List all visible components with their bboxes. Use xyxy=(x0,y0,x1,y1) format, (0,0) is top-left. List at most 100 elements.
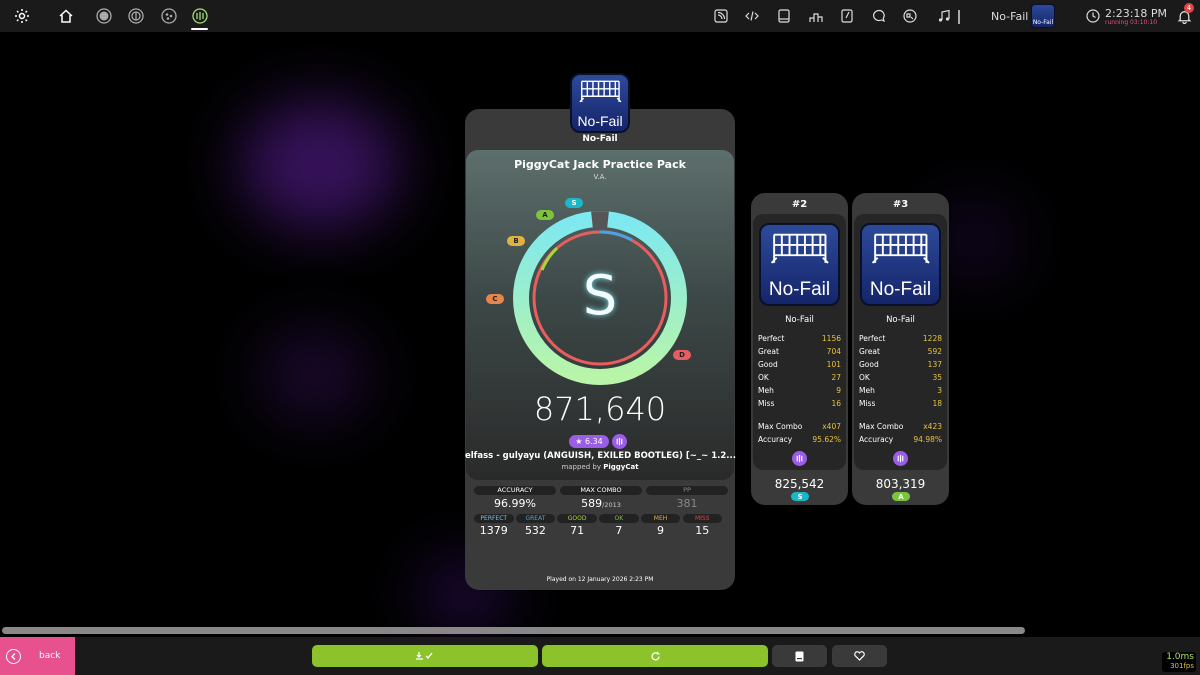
back-label: back xyxy=(39,651,61,661)
stat-label: Max Combo xyxy=(859,422,904,431)
stat-value: 35 xyxy=(932,373,942,382)
stat-label: Good xyxy=(859,360,879,369)
stat-label: OK xyxy=(859,373,870,382)
mania-icon xyxy=(897,454,904,463)
back-button[interactable]: back xyxy=(0,637,75,675)
net-icon xyxy=(871,234,930,264)
horizontal-scrollbar[interactable] xyxy=(2,627,1025,634)
judgement-meh-header: MEH xyxy=(640,514,681,523)
stat-row-perfect: Perfect 1228 xyxy=(859,334,942,343)
leaderboard-score: 825,542 xyxy=(774,477,825,491)
mod-icon-label: No-Fail xyxy=(768,278,831,300)
leaderboard-rank-badge: S xyxy=(791,492,809,501)
stat-value: 18 xyxy=(932,399,942,408)
judgement-perfect-header: PERFECT xyxy=(474,514,514,523)
stat-label: Accuracy xyxy=(758,435,793,444)
stat-label: OK xyxy=(758,373,769,382)
stat-value: 3 xyxy=(937,386,942,395)
judgement-perfect-value: 1379 xyxy=(479,524,508,537)
stat-value: 95.62% xyxy=(812,435,841,444)
fps-value: 301fps xyxy=(1170,662,1194,670)
toolbar-mod-label: No-Fail xyxy=(991,9,1029,23)
chat-icon[interactable] xyxy=(869,0,889,32)
mod-icon-no-fail[interactable]: No-Fail xyxy=(759,223,840,306)
fps-display: 1.0ms 301fps xyxy=(1162,652,1196,672)
maxcombo-value: 589/2013 xyxy=(560,497,642,510)
home-icon[interactable] xyxy=(54,0,78,32)
rankings-icon[interactable] xyxy=(806,0,826,32)
judgement-miss-header: MISS xyxy=(682,514,722,523)
music-progress-indicator xyxy=(958,10,960,24)
mod-name-label: No-Fail xyxy=(582,134,618,144)
grade-marker-c: C xyxy=(486,294,504,304)
music-icon[interactable] xyxy=(934,0,954,32)
mania-icon xyxy=(796,454,803,463)
stat-value: 1156 xyxy=(821,334,841,343)
stat-label: Accuracy xyxy=(859,435,894,444)
net-icon xyxy=(578,81,622,103)
grade-marker-d: D xyxy=(673,350,691,360)
retry-icon xyxy=(650,651,660,660)
mod-icon-no-fail[interactable]: No-Fail xyxy=(860,223,941,306)
judgement-good-value: 71 xyxy=(570,524,585,537)
stat-value: x407 xyxy=(822,422,841,431)
stat-label: Max Combo xyxy=(758,422,803,431)
beatmap-difficulty: elfass - gulyayu (ANGUISH, EXILED BOOTLE… xyxy=(465,451,736,461)
stat-row-perfect: Perfect 1156 xyxy=(758,334,841,343)
stat-row-ok: OK 27 xyxy=(758,373,841,382)
stat-value: 9 xyxy=(836,386,841,395)
retry-button[interactable] xyxy=(542,645,768,667)
total-score: 871,640 xyxy=(533,390,667,428)
notification-count-badge: 4 xyxy=(1184,3,1194,13)
mod-icon-label: No-Fail xyxy=(869,278,932,300)
stat-value: 704 xyxy=(826,347,841,356)
beatmap-artist: V.A. xyxy=(593,173,607,181)
clock-icon[interactable] xyxy=(1084,0,1102,32)
maxcombo-total: /2013 xyxy=(602,501,621,509)
judgement-good-header: GOOD xyxy=(557,514,597,523)
catch-ruleset-icon[interactable] xyxy=(158,0,180,32)
mod-icon-label: No-Fail xyxy=(577,112,623,129)
rank-letter: S xyxy=(582,264,618,327)
mapper-name: PiggyCat xyxy=(603,463,639,471)
book-icon xyxy=(795,651,804,661)
download-replay-button[interactable] xyxy=(312,645,538,667)
accuracy-value: 96.99% xyxy=(494,497,536,510)
developer-icon[interactable] xyxy=(742,0,762,32)
pp-header: PP xyxy=(646,486,728,495)
taiko-ruleset-icon[interactable] xyxy=(125,0,147,32)
stat-row-accuracy: Accuracy 95.62% xyxy=(758,435,841,444)
ruleset-badge xyxy=(893,451,908,466)
mod-icon-no-fail[interactable]: No-Fail xyxy=(570,73,630,133)
pp-value: 381 xyxy=(676,497,698,510)
results-screen: No-Fail No-Fail 2:23:18 PM running 03:10… xyxy=(0,0,1200,675)
wiki-icon[interactable] xyxy=(837,0,857,32)
mapped-by-prefix: mapped by xyxy=(561,463,601,471)
top-toolbar: No-Fail No-Fail 2:23:18 PM running 03:10… xyxy=(0,0,1200,32)
grade-marker-a: A xyxy=(536,210,554,220)
toolbar-mod-icon[interactable]: No-Fail xyxy=(1031,4,1055,28)
net-icon xyxy=(770,234,829,264)
beatmap-listing-icon[interactable] xyxy=(774,0,794,32)
maxcombo-count: 589 xyxy=(581,497,603,510)
stat-label: Perfect xyxy=(758,334,785,343)
back-arrow-icon xyxy=(6,648,21,664)
judgement-ok-value: 7 xyxy=(615,524,623,537)
leaderboard-position: #2 xyxy=(791,199,808,210)
news-icon[interactable] xyxy=(711,0,731,32)
judgement-great-value: 532 xyxy=(524,524,546,537)
judgement-meh-value: 9 xyxy=(657,524,665,537)
grade-marker-b: B xyxy=(507,236,525,246)
stat-value: 101 xyxy=(826,360,841,369)
collection-button[interactable] xyxy=(772,645,827,667)
mania-icon xyxy=(616,437,623,446)
ruleset-badge xyxy=(792,451,807,466)
dashboard-icon[interactable] xyxy=(900,0,920,32)
stat-row-great: Great 704 xyxy=(758,347,841,356)
frame-time: 1.0ms xyxy=(1166,652,1194,662)
settings-icon[interactable] xyxy=(10,0,34,32)
favourite-button[interactable] xyxy=(832,645,887,667)
stat-row-good: Good 101 xyxy=(758,360,841,369)
leaderboard-score: 803,319 xyxy=(875,477,926,491)
osu-ruleset-icon[interactable] xyxy=(93,0,115,32)
